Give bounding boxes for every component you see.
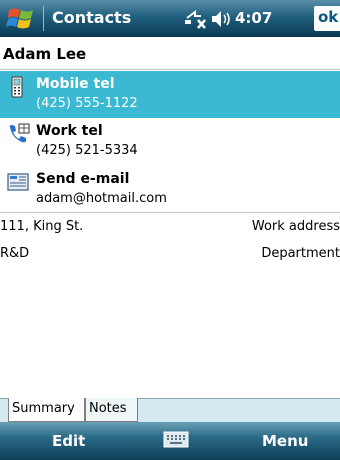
work-tel-row[interactable]: Work tel (425) 521-5334 bbox=[0, 118, 340, 165]
title-separator bbox=[43, 6, 44, 31]
tab-notes[interactable]: Notes bbox=[85, 398, 138, 422]
volume-icon[interactable] bbox=[210, 10, 232, 28]
connectivity-icon[interactable] bbox=[183, 8, 207, 30]
tab-bar: Summary Notes bbox=[0, 398, 340, 422]
work-phone-icon bbox=[7, 123, 30, 145]
work-address-label: Work address bbox=[251, 219, 340, 234]
send-email-row[interactable]: Send e-mail adam@hotmail.com bbox=[0, 166, 340, 213]
tab-summary[interactable]: Summary bbox=[8, 398, 85, 422]
send-email-label: Send e-mail bbox=[36, 171, 130, 187]
windows-start-icon[interactable] bbox=[6, 4, 36, 33]
mobile-tel-label: Mobile tel bbox=[36, 76, 115, 92]
work-address-row[interactable]: 111, King St. Work address bbox=[0, 215, 340, 239]
menu-bar: Edit Menu bbox=[0, 422, 340, 460]
edit-soft-key[interactable]: Edit bbox=[52, 432, 85, 450]
email-icon bbox=[7, 171, 29, 193]
work-address-value: 111, King St. bbox=[0, 219, 84, 234]
clock[interactable]: 4:07 bbox=[235, 9, 272, 27]
work-tel-label: Work tel bbox=[36, 123, 103, 139]
menu-soft-key[interactable]: Menu bbox=[262, 432, 308, 450]
mobile-phone-icon bbox=[7, 76, 29, 98]
keyboard-icon[interactable] bbox=[163, 430, 189, 450]
mobile-tel-value: (425) 555-1122 bbox=[36, 96, 138, 111]
title-bar: Contacts 4:07 ok bbox=[0, 0, 340, 37]
mobile-tel-row[interactable]: Mobile tel (425) 555-1122 bbox=[0, 71, 340, 118]
app-title: Contacts bbox=[52, 8, 132, 27]
ok-button[interactable]: ok bbox=[314, 6, 340, 31]
contact-name: Adam Lee bbox=[0, 37, 340, 70]
department-label: Department bbox=[261, 246, 340, 261]
department-value: R&D bbox=[0, 246, 30, 261]
department-row[interactable]: R&D Department bbox=[0, 242, 340, 266]
work-tel-value: (425) 521-5334 bbox=[36, 143, 138, 158]
email-value: adam@hotmail.com bbox=[36, 191, 167, 206]
